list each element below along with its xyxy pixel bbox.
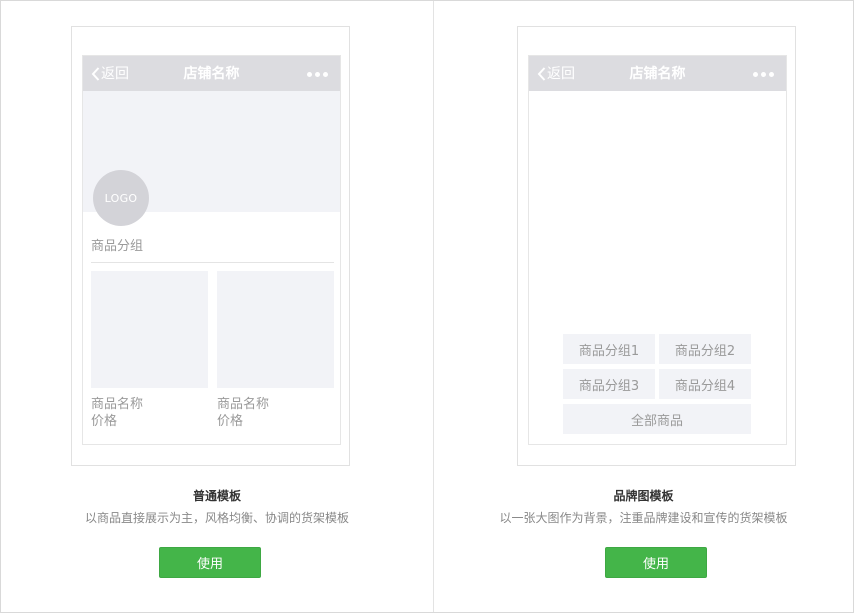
use-brand-template-button[interactable]: 使用 xyxy=(605,547,707,578)
goods-group-button: 商品分组1 xyxy=(563,334,655,364)
goods-price: 价格 xyxy=(91,414,118,429)
template-selector: 返回 店铺名称 LOGO 商品分组 商品名称 价格 商品名称 价格 普通模板 以… xyxy=(0,0,854,613)
goods-item: 商品名称 价格 xyxy=(217,271,334,430)
goods-item: 商品名称 价格 xyxy=(91,271,208,430)
all-goods-button: 全部商品 xyxy=(563,404,751,434)
goods-group-button: 商品分组2 xyxy=(659,334,751,364)
phone-preview: 返回 店铺名称 商品分组1 商品分组2 商品分组3 商品分组4 全部商品 xyxy=(517,26,796,466)
preview-navbar: 返回 店铺名称 xyxy=(529,56,786,91)
preview-screen: 返回 店铺名称 商品分组1 商品分组2 商品分组3 商品分组4 全部商品 xyxy=(528,55,787,445)
more-icon xyxy=(307,72,328,77)
phone-preview: 返回 店铺名称 LOGO 商品分组 商品名称 价格 商品名称 价格 xyxy=(71,26,350,466)
goods-name: 商品名称 xyxy=(217,397,270,412)
store-name-title: 店铺名称 xyxy=(629,66,686,82)
template-card-brand: 返回 店铺名称 商品分组1 商品分组2 商品分组3 商品分组4 全部商品 品牌图… xyxy=(434,1,853,612)
goods-name: 商品名称 xyxy=(91,397,144,412)
logo-placeholder: LOGO xyxy=(93,170,149,226)
goods-group-button: 商品分组4 xyxy=(659,369,751,399)
preview-navbar: 返回 店铺名称 xyxy=(83,56,340,91)
group-title: 商品分组 xyxy=(91,239,144,254)
template-title: 普通模板 xyxy=(192,489,241,503)
goods-image-placeholder xyxy=(91,271,208,388)
goods-image-placeholder xyxy=(217,271,334,388)
template-title: 品牌图模板 xyxy=(613,489,674,503)
goods-group-button: 商品分组3 xyxy=(563,369,655,399)
template-description: 以商品直接展示为主，风格均衡、协调的货架模板 xyxy=(84,511,349,525)
divider xyxy=(91,262,334,263)
store-name-title: 店铺名称 xyxy=(183,66,240,82)
use-normal-template-button[interactable]: 使用 xyxy=(159,547,261,578)
preview-screen: 返回 店铺名称 LOGO 商品分组 商品名称 价格 商品名称 价格 xyxy=(82,55,341,445)
template-description: 以一张大图作为背景，注重品牌建设和宣传的货架模板 xyxy=(499,511,788,525)
template-card-normal: 返回 店铺名称 LOGO 商品分组 商品名称 价格 商品名称 价格 普通模板 以… xyxy=(1,1,433,612)
goods-price: 价格 xyxy=(217,414,244,429)
more-icon xyxy=(753,72,774,77)
